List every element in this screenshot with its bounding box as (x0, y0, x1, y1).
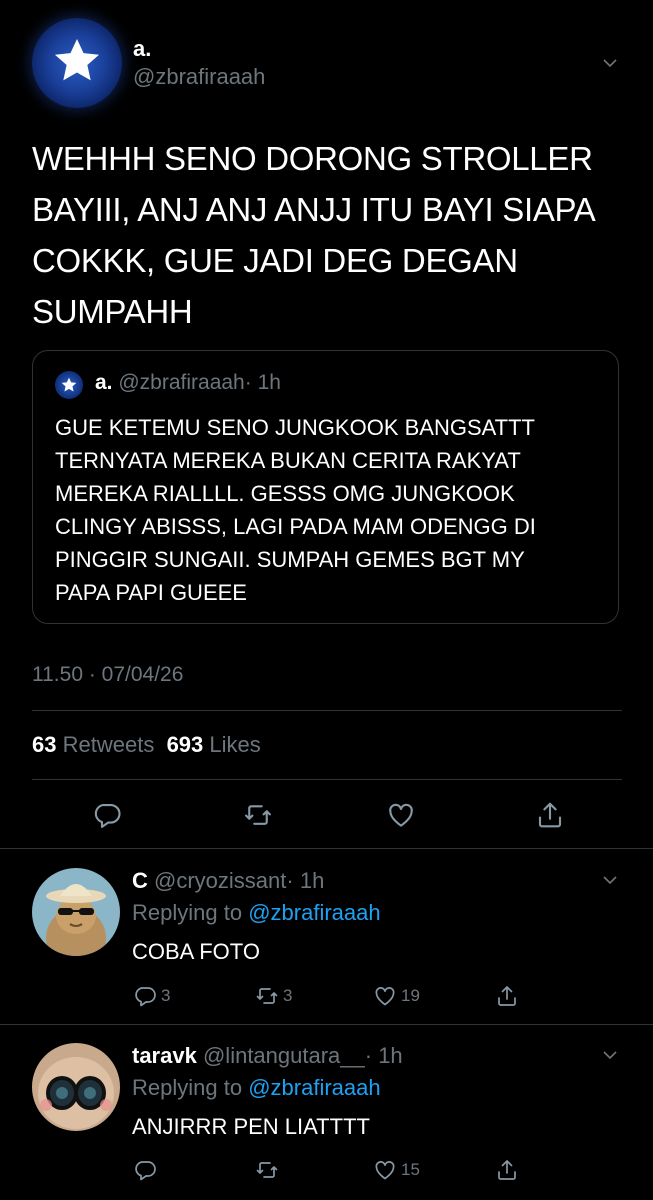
like-count: 15 (401, 1160, 420, 1179)
replying-handle-link[interactable]: @zbrafiraaah (248, 1075, 380, 1100)
like-count: 19 (401, 986, 420, 1005)
tweet-timestamp: 11.50 · 07/04/26 (32, 663, 184, 686)
divider (32, 710, 622, 711)
retweet-label[interactable]: Retweets (63, 732, 155, 757)
chevron-down-icon[interactable] (603, 56, 617, 70)
retweet-icon (256, 1162, 278, 1178)
like-button[interactable]: 15 (373, 1158, 420, 1182)
share-button[interactable] (495, 1158, 519, 1182)
tweet-text-line: WEHHH SENO DORONG STROLLER (32, 140, 593, 177)
star-icon (54, 38, 100, 81)
like-button[interactable]: 19 (373, 984, 420, 1008)
reply-text: COBA FOTO (132, 939, 260, 964)
chevron-down-icon[interactable] (603, 1048, 617, 1062)
like-count[interactable]: 693 (167, 732, 204, 757)
chevron-down-icon[interactable] (603, 873, 617, 887)
quoted-header: a. @zbrafiraaah· 1h (95, 371, 281, 395)
replying-handle-link[interactable]: @zbrafiraaah (248, 900, 380, 925)
share-button[interactable] (495, 984, 519, 1008)
quoted-text-line: CLINGY ABISSS, LAGI PADA MAM ODENGG DI (55, 514, 536, 539)
share-icon[interactable] (535, 800, 565, 830)
quoted-display-name: a. (95, 371, 113, 394)
retweet-icon[interactable] (243, 800, 273, 830)
profile-avatar[interactable] (32, 18, 122, 108)
divider (0, 1024, 653, 1025)
quoted-text-line: TERNYATA MEREKA BUKAN CERITA RAKYAT (55, 448, 521, 473)
reply-display-name[interactable]: C (132, 868, 148, 893)
reply-button[interactable] (133, 1158, 161, 1182)
reply-icon (135, 987, 156, 1007)
share-icon (498, 1160, 516, 1180)
tweet-text-line: SUMPAHH (32, 293, 193, 330)
quoted-avatar (55, 371, 83, 399)
quoted-text-line: PINGGIR SUNGAII. SUMPAH GEMES BGT MY (55, 547, 525, 572)
reply-avatar[interactable] (32, 1043, 120, 1131)
tweet-text: WEHHH SENO DORONG STROLLER BAYIII, ANJ A… (32, 133, 622, 337)
quoted-text-line: MEREKA RIALLLL. GESSS OMG JUNGKOOK (55, 481, 515, 506)
reply-handle[interactable]: @lintangutara__ (203, 1043, 365, 1068)
divider (32, 779, 622, 780)
heart-icon (375, 987, 395, 1006)
retweet-count: 3 (283, 986, 293, 1005)
reply-button[interactable]: 3 (133, 984, 170, 1008)
quoted-text-line: PAPA PAPI GUEEE (55, 580, 247, 605)
reply-count: 3 (161, 986, 171, 1005)
retweet-button[interactable] (255, 1158, 283, 1182)
divider (0, 848, 653, 849)
quoted-text: GUE KETEMU SENO JUNGKOOK BANGSATTT TERNY… (55, 411, 615, 609)
reply-time: · 1h (364, 1043, 403, 1068)
retweet-icon (256, 988, 278, 1004)
tweet-text-line: COKKK, GUE JADI DEG DEGAN (32, 242, 518, 279)
replying-to: Replying to @zbrafiraaah (132, 900, 381, 926)
reply-text: ANJIRRR PEN LIATTTT (132, 1114, 370, 1139)
retweet-button[interactable]: 3 (255, 984, 292, 1008)
reply-avatar[interactable] (32, 868, 120, 956)
quoted-time: · 1h (244, 371, 281, 394)
reply-icon (135, 1161, 156, 1181)
quoted-text-line: GUE KETEMU SENO JUNGKOOK BANGSATTT (55, 415, 535, 440)
heart-icon[interactable] (386, 800, 416, 830)
user-handle[interactable]: @zbrafiraaah (133, 64, 265, 90)
reply-display-name[interactable]: taravk (132, 1043, 197, 1068)
reply-icon[interactable] (92, 800, 122, 830)
replying-prefix: Replying to (132, 1075, 243, 1100)
replying-prefix: Replying to (132, 900, 243, 925)
engagement-stats: 63 Retweets 693 Likes (32, 732, 261, 758)
reply-header: C @cryozissant· 1h (132, 868, 324, 894)
retweet-count[interactable]: 63 (32, 732, 56, 757)
cat-cowboy-avatar (32, 868, 120, 956)
tweet-text-line: BAYIII, ANJ ANJ ANJJ ITU BAYI SIAPA (32, 191, 596, 228)
reply-header: taravk @lintangutara__· 1h (132, 1043, 403, 1069)
reply-time: · 1h (286, 868, 325, 893)
display-name[interactable]: a. (133, 36, 151, 62)
quoted-handle: @zbrafiraaah (118, 371, 245, 394)
like-label[interactable]: Likes (209, 732, 260, 757)
reply-handle[interactable]: @cryozissant (154, 868, 286, 893)
star-icon (61, 377, 77, 392)
share-icon (498, 986, 516, 1006)
glasses-avatar (32, 1043, 120, 1131)
heart-icon (375, 1161, 395, 1180)
replying-to: Replying to @zbrafiraaah (132, 1075, 381, 1101)
quoted-tweet[interactable]: a. @zbrafiraaah· 1h GUE KETEMU SENO JUNG… (32, 350, 619, 624)
